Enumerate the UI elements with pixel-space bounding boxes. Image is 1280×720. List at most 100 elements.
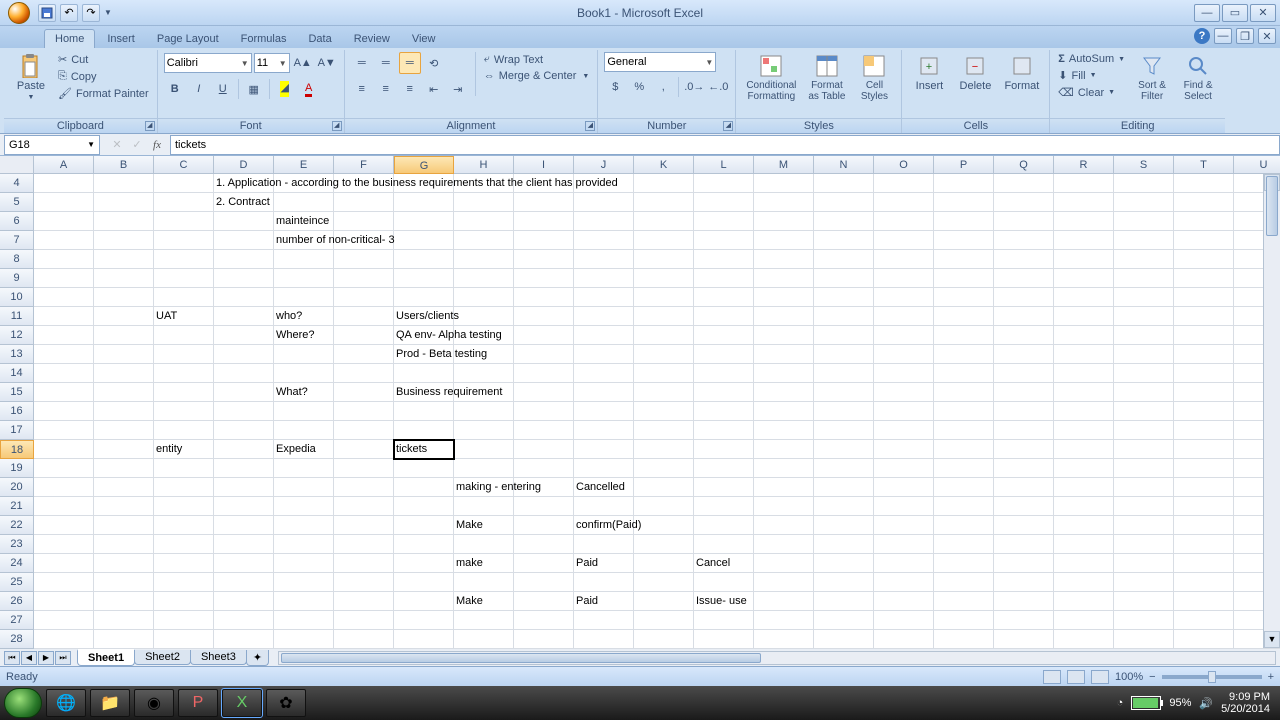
format-as-table-button[interactable]: Format as Table [804, 52, 849, 104]
find-select-button[interactable]: Find & Select [1177, 52, 1219, 104]
cell-M20[interactable] [754, 478, 814, 497]
autosum-button[interactable]: ΣAutoSum▼ [1056, 52, 1127, 66]
cell-G6[interactable] [394, 212, 454, 231]
cell-P5[interactable] [934, 193, 994, 212]
cell-E26[interactable] [274, 592, 334, 611]
cell-J8[interactable] [574, 250, 634, 269]
cell-C4[interactable] [154, 174, 214, 193]
alignment-launcher-icon[interactable]: ◢ [585, 121, 595, 131]
cell-A11[interactable] [34, 307, 94, 326]
cell-B13[interactable] [94, 345, 154, 364]
cell-N18[interactable] [814, 440, 874, 459]
accounting-format-button[interactable]: $ [604, 76, 626, 98]
cell-R24[interactable] [1054, 554, 1114, 573]
cell-Q22[interactable] [994, 516, 1054, 535]
cell-K10[interactable] [634, 288, 694, 307]
cell-P20[interactable] [934, 478, 994, 497]
cell-J25[interactable] [574, 573, 634, 592]
cell-L10[interactable] [694, 288, 754, 307]
cell-F14[interactable] [334, 364, 394, 383]
cell-Q8[interactable] [994, 250, 1054, 269]
cell-R9[interactable] [1054, 269, 1114, 288]
formula-input[interactable]: tickets [170, 135, 1280, 155]
cell-K14[interactable] [634, 364, 694, 383]
cell-A13[interactable] [34, 345, 94, 364]
cell-F10[interactable] [334, 288, 394, 307]
qat-dropdown-icon[interactable]: ▼ [104, 8, 112, 17]
cell-L13[interactable] [694, 345, 754, 364]
cell-J6[interactable] [574, 212, 634, 231]
cell-G18[interactable]: tickets [394, 440, 454, 459]
cell-M18[interactable] [754, 440, 814, 459]
cell-Q24[interactable] [994, 554, 1054, 573]
row-header-18[interactable]: 18 [0, 440, 34, 459]
cell-R13[interactable] [1054, 345, 1114, 364]
cell-L27[interactable] [694, 611, 754, 630]
cell-M12[interactable] [754, 326, 814, 345]
cell-E8[interactable] [274, 250, 334, 269]
zoom-out-button[interactable]: − [1149, 671, 1155, 683]
col-header-O[interactable]: O [874, 156, 934, 174]
cell-B24[interactable] [94, 554, 154, 573]
cell-P27[interactable] [934, 611, 994, 630]
cell-F18[interactable] [334, 440, 394, 459]
help-icon[interactable]: ? [1194, 28, 1210, 44]
cell-L25[interactable] [694, 573, 754, 592]
cell-E24[interactable] [274, 554, 334, 573]
workbook-restore-button[interactable]: ❐ [1236, 28, 1254, 44]
cell-S18[interactable] [1114, 440, 1174, 459]
cell-R26[interactable] [1054, 592, 1114, 611]
cell-H22[interactable]: Make [454, 516, 514, 535]
col-header-D[interactable]: D [214, 156, 274, 174]
cell-C26[interactable] [154, 592, 214, 611]
cell-A20[interactable] [34, 478, 94, 497]
cell-S7[interactable] [1114, 231, 1174, 250]
cell-L6[interactable] [694, 212, 754, 231]
cell-E25[interactable] [274, 573, 334, 592]
cell-I17[interactable] [514, 421, 574, 440]
row-header-9[interactable]: 9 [0, 269, 34, 288]
cell-O11[interactable] [874, 307, 934, 326]
cell-L15[interactable] [694, 383, 754, 402]
cell-C17[interactable] [154, 421, 214, 440]
cell-D7[interactable] [214, 231, 274, 250]
cell-E9[interactable] [274, 269, 334, 288]
cell-A9[interactable] [34, 269, 94, 288]
cell-C12[interactable] [154, 326, 214, 345]
cell-B19[interactable] [94, 459, 154, 478]
taskbar-chrome-icon[interactable]: ◉ [134, 689, 174, 717]
cell-C23[interactable] [154, 535, 214, 554]
cell-M23[interactable] [754, 535, 814, 554]
cell-M13[interactable] [754, 345, 814, 364]
cell-I18[interactable] [514, 440, 574, 459]
cell-H27[interactable] [454, 611, 514, 630]
cell-R14[interactable] [1054, 364, 1114, 383]
cell-F8[interactable] [334, 250, 394, 269]
cell-C10[interactable] [154, 288, 214, 307]
cell-Q13[interactable] [994, 345, 1054, 364]
workbook-close-button[interactable]: ✕ [1258, 28, 1276, 44]
row-header-17[interactable]: 17 [0, 421, 34, 440]
cell-K12[interactable] [634, 326, 694, 345]
cell-E16[interactable] [274, 402, 334, 421]
cell-M7[interactable] [754, 231, 814, 250]
cell-O18[interactable] [874, 440, 934, 459]
col-header-G[interactable]: G [394, 156, 454, 174]
tray-time[interactable]: 9:09 PM [1221, 691, 1270, 703]
cell-N9[interactable] [814, 269, 874, 288]
cell-A25[interactable] [34, 573, 94, 592]
first-sheet-button[interactable]: ⏮ [4, 651, 20, 665]
cell-D18[interactable] [214, 440, 274, 459]
delete-cells-button[interactable]: −Delete [954, 52, 996, 94]
cell-J11[interactable] [574, 307, 634, 326]
cell-R21[interactable] [1054, 497, 1114, 516]
font-size-combo[interactable]: 11▼ [254, 53, 290, 73]
cell-J5[interactable] [574, 193, 634, 212]
cell-R16[interactable] [1054, 402, 1114, 421]
cell-R6[interactable] [1054, 212, 1114, 231]
cell-A6[interactable] [34, 212, 94, 231]
cell-N28[interactable] [814, 630, 874, 649]
row-header-21[interactable]: 21 [0, 497, 34, 516]
cell-M16[interactable] [754, 402, 814, 421]
cell-I7[interactable] [514, 231, 574, 250]
